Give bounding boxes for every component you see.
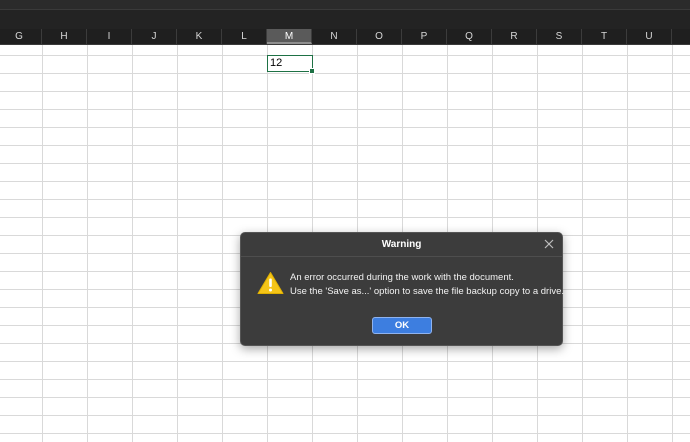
column-header-m[interactable]: M (267, 29, 312, 44)
column-header-t[interactable]: T (582, 29, 627, 44)
warning-dialog: Warning An error occurred during the wor… (240, 232, 565, 346)
column-header-row: GHIJKLMNOPQRSTU (0, 29, 690, 45)
column-header-h[interactable]: H (42, 29, 87, 44)
dialog-title: Warning (241, 233, 562, 257)
active-cell-m[interactable]: 12 (267, 55, 315, 74)
column-header-n[interactable]: N (312, 29, 357, 44)
column-header-i[interactable]: I (87, 29, 132, 44)
column-header-p[interactable]: P (402, 29, 447, 44)
close-icon[interactable] (543, 238, 555, 250)
dialog-message-line-1: An error occurred during the work with t… (290, 272, 514, 283)
dialog-message-line-2: Use the 'Save as...' option to save the … (290, 286, 565, 297)
column-header-j[interactable]: J (132, 29, 177, 44)
column-header-k[interactable]: K (177, 29, 222, 44)
column-header-o[interactable]: O (357, 29, 402, 44)
warning-triangle-icon (257, 272, 284, 294)
column-header-q[interactable]: Q (447, 29, 492, 44)
app-toolbar (0, 0, 690, 10)
column-header-l[interactable]: L (222, 29, 267, 44)
ok-button[interactable]: OK (372, 317, 432, 334)
cell-value: 12 (270, 57, 283, 69)
column-header-g[interactable]: G (0, 29, 42, 44)
fill-handle[interactable] (309, 68, 315, 74)
column-header-r[interactable]: R (492, 29, 537, 44)
column-header-s[interactable]: S (537, 29, 582, 44)
column-header-u[interactable]: U (627, 29, 672, 44)
formula-bar (0, 10, 690, 30)
